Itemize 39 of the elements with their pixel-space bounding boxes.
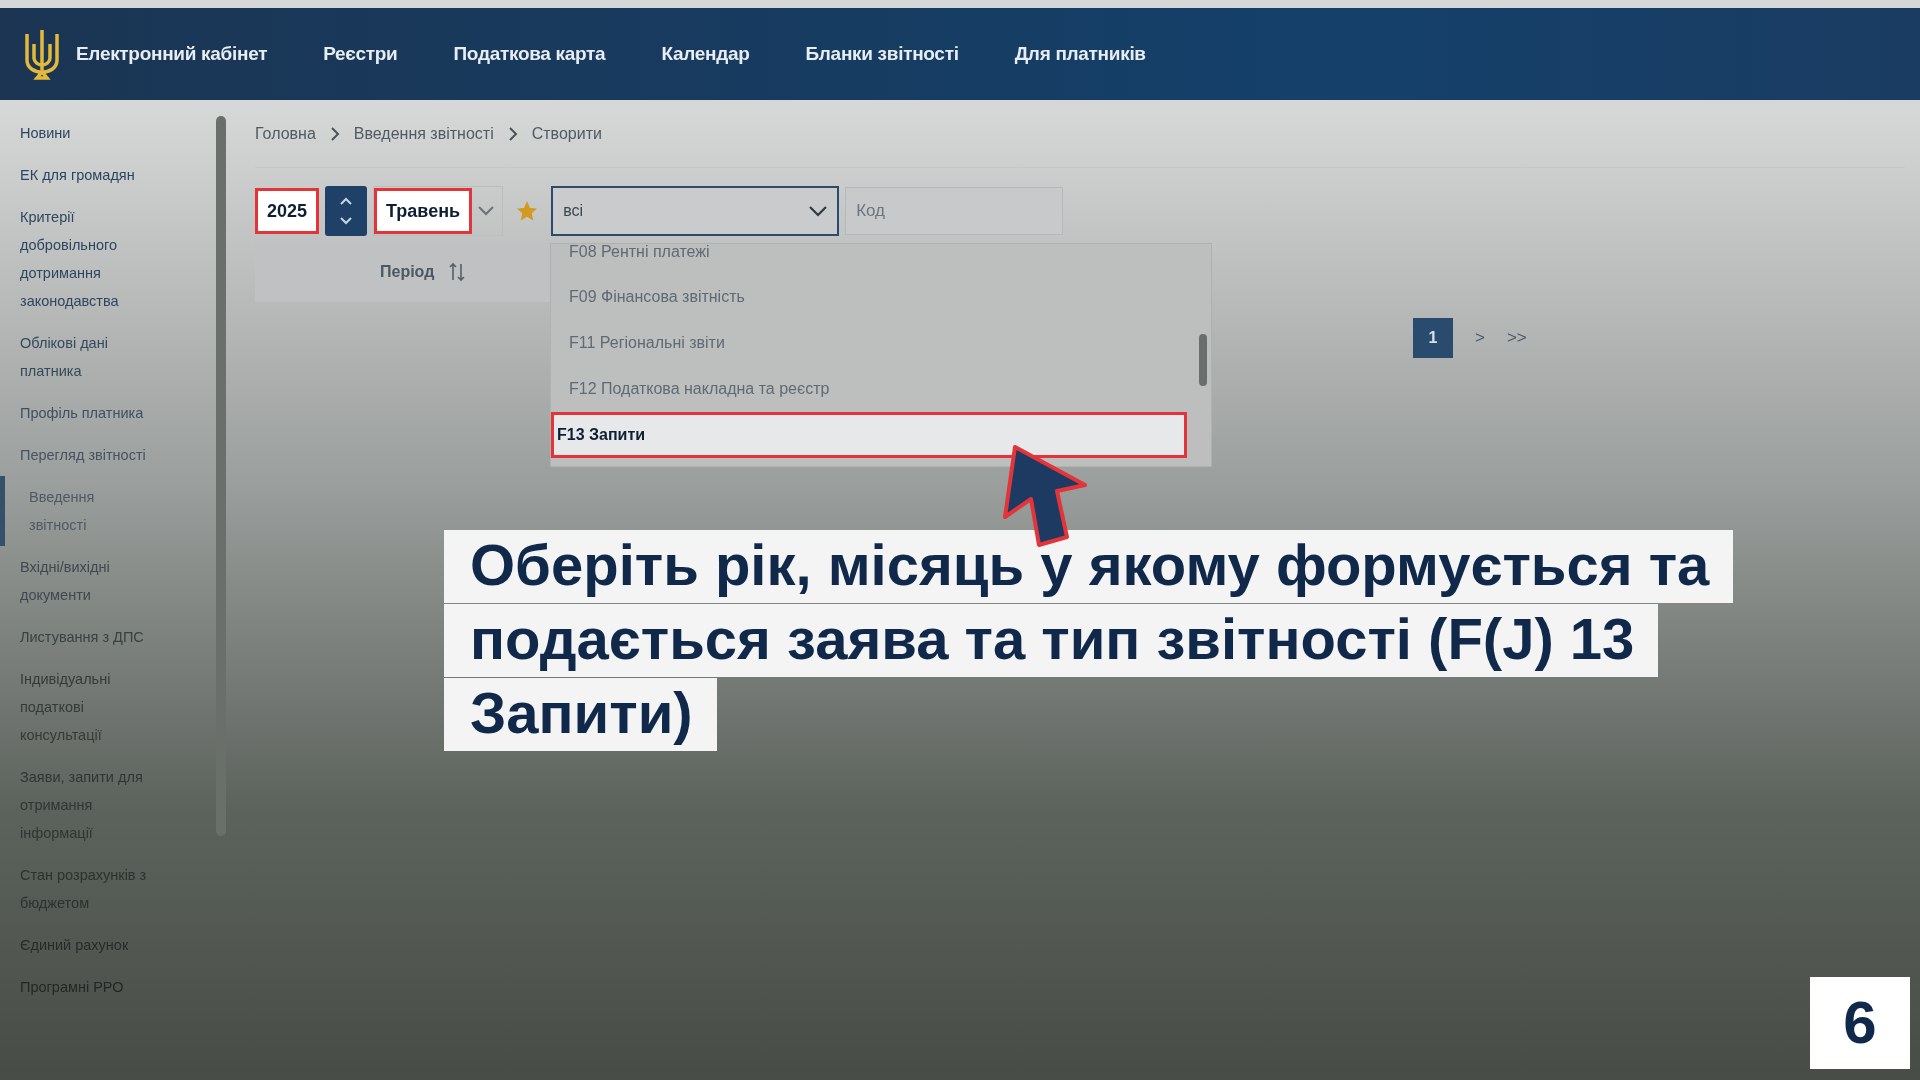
- site-title[interactable]: Електронний кабінет: [76, 39, 268, 69]
- nav-link[interactable]: Реєстри: [323, 39, 398, 69]
- nav-link[interactable]: Календар: [661, 39, 750, 69]
- dropdown-option[interactable]: F12 Податкова накладна та реєстр: [551, 366, 1211, 412]
- column-header[interactable]: Період: [380, 260, 435, 284]
- chevron-right-icon: [507, 125, 518, 142]
- sidebar-item[interactable]: Облікові дані платника: [0, 322, 178, 392]
- scrollbar[interactable]: [1199, 334, 1207, 386]
- sort-icon[interactable]: [448, 262, 467, 282]
- breadcrumb-link[interactable]: Головна: [255, 121, 316, 146]
- report-type-select[interactable]: всі: [563, 199, 583, 223]
- sidebar-item[interactable]: ЕК для громадян: [0, 154, 178, 196]
- sidebar-item[interactable]: Перегляд звітності: [0, 434, 178, 476]
- sidebar-item[interactable]: Введення звітності: [0, 476, 178, 546]
- breadcrumb-link[interactable]: Створити: [531, 121, 602, 146]
- dropdown-option[interactable]: F11 Регіональні звіти: [551, 320, 1211, 366]
- sidebar-item[interactable]: Новини: [0, 112, 178, 154]
- dropdown-option[interactable]: F13 Запити: [551, 412, 1187, 458]
- sidebar-item[interactable]: Критерії добровільного дотримання законодавства: [0, 196, 178, 322]
- scrollbar[interactable]: [216, 116, 226, 836]
- breadcrumb-link[interactable]: Введення звітності: [353, 121, 494, 146]
- sidebar-item[interactable]: Індивідуальні податкові консультації: [0, 658, 178, 756]
- sidebar-item[interactable]: Вхідні/вихідні документи: [0, 546, 178, 616]
- sidebar-item[interactable]: Профіль платника: [0, 392, 178, 434]
- last-page-link[interactable]: >>: [1506, 325, 1527, 351]
- code-field[interactable]: Код: [845, 187, 1064, 235]
- dropdown-option[interactable]: F08 Рентні платежі: [551, 244, 1211, 274]
- chevron-right-icon: [329, 125, 340, 142]
- nav-link[interactable]: Бланки звітності: [805, 39, 959, 69]
- year-field[interactable]: 2025: [255, 188, 320, 234]
- next-page-link[interactable]: >: [1475, 325, 1485, 351]
- step-number: 6: [1810, 977, 1910, 1069]
- nav-link[interactable]: Податкова карта: [453, 39, 606, 69]
- page-button[interactable]: 1: [1413, 318, 1453, 358]
- year-spinner[interactable]: [325, 186, 368, 236]
- chevron-down-icon[interactable]: [809, 205, 828, 217]
- dropdown-option[interactable]: F09 Фінансова звітність: [551, 274, 1211, 320]
- nav-link[interactable]: Для платників: [1014, 39, 1146, 69]
- sidebar-item[interactable]: Листування з ДПС: [0, 616, 178, 658]
